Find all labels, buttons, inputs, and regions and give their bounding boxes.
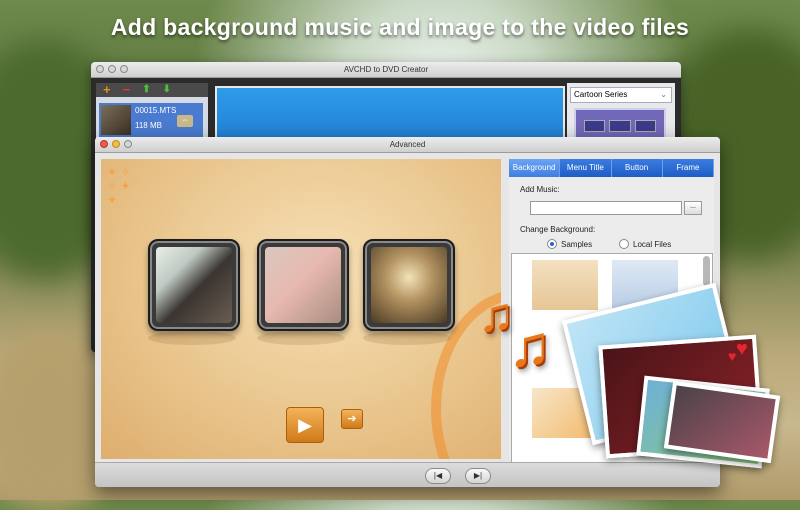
- close-dot[interactable]: [100, 140, 108, 148]
- advanced-dialog-titlebar[interactable]: Advanced: [95, 137, 720, 153]
- samples-radio[interactable]: Samples: [547, 239, 592, 249]
- chapter-thumbnail[interactable]: [363, 239, 455, 331]
- add-file-icon[interactable]: +: [103, 83, 111, 97]
- music-note-icon: ♫: [508, 314, 552, 379]
- next-page-icon[interactable]: ➔: [341, 409, 363, 429]
- tab-frame[interactable]: Frame: [662, 159, 714, 177]
- heart-icon: ♥: [736, 338, 748, 360]
- file-name: 00015.MTS: [135, 106, 177, 115]
- minimize-dot[interactable]: [108, 65, 116, 73]
- radio-unselected-icon[interactable]: [619, 239, 629, 249]
- menu-preview-stage: ✦ ✧ ✧ ✦ ✦ ▶ ➔: [101, 159, 501, 459]
- tab-background[interactable]: Background: [509, 159, 561, 177]
- headline: Add background music and image to the vi…: [110, 14, 690, 40]
- file-size: 118 MB: [135, 121, 162, 130]
- samples-scrollbar[interactable]: [703, 256, 710, 286]
- star-decoration-icon: ✦ ✧ ✧ ✦ ✦: [107, 165, 131, 207]
- change-background-label: Change Background:: [520, 225, 596, 234]
- settings-tabs: Background Menu Title Button Frame: [509, 159, 714, 177]
- add-music-label: Add Music:: [520, 185, 560, 194]
- minimize-dot[interactable]: [112, 140, 120, 148]
- thumbnail-reflection: [148, 331, 236, 345]
- advanced-dialog-title: Advanced: [389, 140, 426, 149]
- move-down-icon[interactable]: ⬇: [163, 83, 171, 97]
- main-window-titlebar[interactable]: AVCHD to DVD Creator: [91, 62, 681, 78]
- move-up-icon[interactable]: ⬆: [142, 83, 150, 97]
- thumbnail-reflection: [257, 331, 345, 345]
- zoom-dot[interactable]: [124, 140, 132, 148]
- thumbnail-reflection: [363, 331, 451, 345]
- main-window-title: AVCHD to DVD Creator: [343, 65, 429, 74]
- background-sample[interactable]: [532, 260, 598, 310]
- next-page-nav-icon[interactable]: ▶|: [465, 468, 491, 484]
- chapter-thumbnail[interactable]: [257, 239, 349, 331]
- file-list-item[interactable]: 00015.MTS 118 MB ⇔: [99, 103, 203, 137]
- tab-menu-title[interactable]: Menu Title: [560, 159, 612, 177]
- local-files-radio[interactable]: Local Files: [619, 239, 671, 249]
- close-dot[interactable]: [96, 65, 104, 73]
- file-toolbar: + − ⬆ ⬇: [96, 83, 208, 97]
- browse-music-button[interactable]: ...: [684, 201, 702, 215]
- remove-file-icon[interactable]: −: [123, 83, 131, 97]
- swap-icon[interactable]: ⇔: [177, 115, 193, 127]
- chevron-down-icon: ⌄: [660, 90, 667, 99]
- chapter-thumbnail[interactable]: [148, 239, 240, 331]
- play-icon[interactable]: ▶: [286, 407, 324, 443]
- zoom-dot[interactable]: [120, 65, 128, 73]
- previous-page-icon[interactable]: |◀: [425, 468, 451, 484]
- heart-icon: ♥: [728, 348, 737, 364]
- tab-button[interactable]: Button: [611, 159, 663, 177]
- preview-nav-bar: |◀ ▶|: [95, 462, 720, 487]
- file-thumbnail: [101, 105, 131, 135]
- music-path-input[interactable]: [530, 201, 682, 215]
- radio-selected-icon[interactable]: [547, 239, 557, 249]
- series-select[interactable]: Cartoon Series ⌄: [570, 87, 672, 103]
